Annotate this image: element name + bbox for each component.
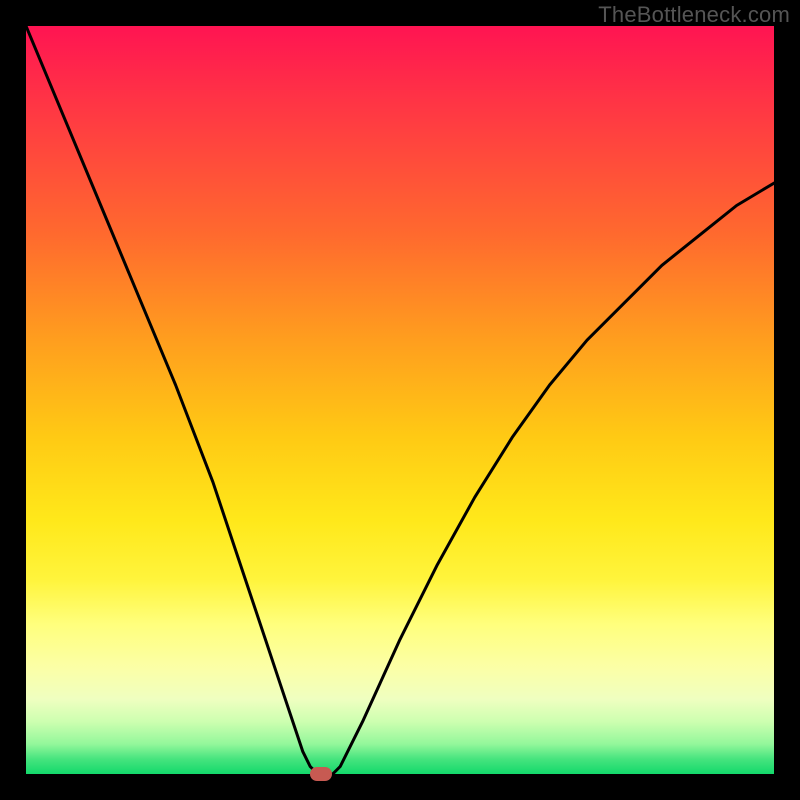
- watermark-text: TheBottleneck.com: [598, 2, 790, 28]
- bottleneck-curve: [26, 26, 774, 774]
- plot-area: [26, 26, 774, 774]
- optimum-marker: [310, 767, 332, 781]
- chart-frame: TheBottleneck.com: [0, 0, 800, 800]
